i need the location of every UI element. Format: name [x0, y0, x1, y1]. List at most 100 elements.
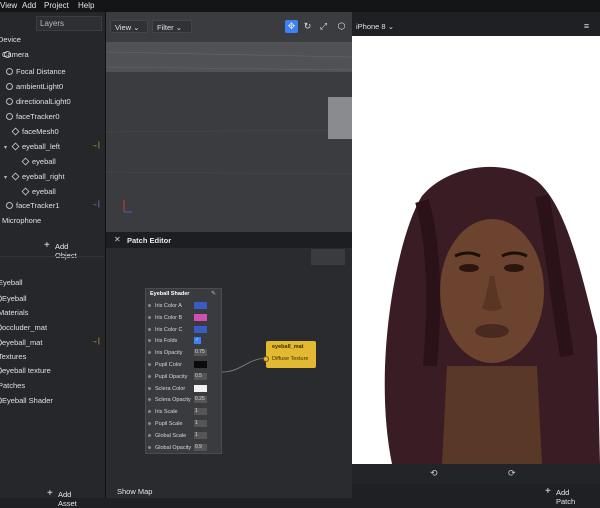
add-asset-button[interactable]: + Add Asset [47, 488, 77, 508]
flip-camera-icon[interactable]: ⟳ [508, 468, 516, 479]
asset-item-eyeball-texture[interactable]: eyeball texture [0, 364, 104, 378]
view-dropdown[interactable]: View ⌄ [110, 20, 148, 33]
scene-item-ambientlight0[interactable]: ambientLight0 [0, 80, 104, 94]
param-value[interactable]: 1 [194, 420, 207, 427]
show-map-button[interactable]: Show Map [117, 487, 152, 496]
param-value[interactable]: 1 [194, 408, 207, 416]
asset-section-patches[interactable]: Patches [0, 379, 104, 393]
menu-add[interactable]: Add [22, 1, 36, 10]
scene-item-microphone[interactable]: Microphone [0, 214, 104, 228]
input-port-dot[interactable] [148, 315, 151, 319]
shader-param-pupil-color[interactable]: Pupil Color [146, 359, 223, 371]
shader-param-iris-color-b[interactable]: Iris Color B [146, 312, 223, 324]
edit-icon[interactable]: ✎ [211, 290, 216, 297]
scale-tool-icon[interactable]: ⤢ [317, 20, 330, 33]
param-color-swatch[interactable] [194, 302, 207, 309]
scene-viewport[interactable] [106, 12, 352, 232]
shader-param-global-opacity[interactable]: Global Opacity 0.9 [146, 442, 223, 454]
cube-icon[interactable]: ⬡ [335, 20, 348, 33]
shader-param-global-scale[interactable]: Global Scale 1 [146, 430, 223, 442]
menu-help[interactable]: Help [78, 1, 94, 10]
scene-item-label: eyeball [32, 157, 56, 166]
add-patch-label: Add Patch [556, 488, 576, 506]
shader-param-sclera-color[interactable]: Sclera Color [146, 383, 223, 395]
input-port-dot[interactable] [148, 445, 151, 449]
menu-icon[interactable]: ≡ [580, 20, 593, 33]
scene-item-directionallight0[interactable]: directionalLight0 [0, 95, 104, 109]
scene-item-eyeball-left[interactable]: ▾ eyeball_left →| [0, 140, 104, 154]
input-port-dot[interactable] [148, 433, 151, 437]
device-selector[interactable]: iPhone 8 ⌄ [356, 22, 394, 31]
connect-icon[interactable]: →| [91, 201, 100, 208]
param-value[interactable]: 1 [194, 431, 207, 439]
connect-icon[interactable]: →| [91, 338, 100, 345]
add-patch-button[interactable]: + Add Patch [545, 486, 575, 506]
param-name: Iris Color B [155, 314, 183, 321]
input-port-dot[interactable] [148, 422, 151, 425]
eyeball-shader-node[interactable]: Eyeball Shader ✎ Iris Color A Iris Color … [145, 288, 222, 454]
chevron-down-icon: ⌄ [175, 23, 183, 32]
shader-param-iris-color-c[interactable]: Iris Color C [146, 324, 223, 336]
param-value[interactable]: 0.5 [194, 372, 207, 380]
scene-item-facetracker0[interactable]: faceTracker0 [0, 110, 104, 124]
asset-item-eyeball-mat[interactable]: eyeball_mat →| [0, 336, 104, 350]
param-checkbox[interactable]: ✓ [194, 337, 201, 345]
asset-section-textures[interactable]: Textures [0, 350, 104, 364]
tracker-icon [6, 113, 13, 120]
param-color-swatch[interactable] [194, 325, 207, 333]
rotate-tool-icon[interactable]: ↻ [301, 20, 314, 33]
scene-item-focal-distance[interactable]: Focal Distance [0, 65, 104, 79]
scene-item-eyeball-right[interactable]: ▾ eyeball_right [0, 170, 104, 184]
scene-item-camera[interactable]: Camera [0, 48, 104, 62]
eyeball-mat-node[interactable]: eyeball_mat Diffuse Texture [263, 341, 316, 368]
scene-item-label: faceTracker0 [16, 112, 60, 121]
param-color-swatch[interactable] [194, 313, 207, 321]
shader-param-iris-folds[interactable]: Iris Folds ✓ [146, 335, 223, 347]
move-tool-icon[interactable]: ✥ [285, 20, 298, 33]
layers-tab[interactable]: Layers [36, 16, 102, 31]
asset-section-materials[interactable]: Materials [0, 306, 104, 320]
shader-param-iris-scale[interactable]: Iris Scale 1 [146, 406, 223, 418]
shader-node-title: Eyeball Shader [150, 291, 190, 297]
scene-item-facetracker1[interactable]: faceTracker1 →| [0, 199, 104, 213]
filter-dropdown[interactable]: Filter ⌄ [152, 20, 192, 33]
menu-project[interactable]: Project [44, 1, 69, 10]
shader-param-pupil-scale[interactable]: Pupil Scale 1 [146, 418, 223, 430]
scene-item-eyeball[interactable]: eyeball [0, 185, 104, 199]
input-port-dot[interactable] [148, 398, 151, 402]
param-color-swatch[interactable] [194, 384, 207, 392]
input-port-dot[interactable] [148, 339, 151, 343]
add-object-button[interactable]: + Add Object [44, 240, 77, 260]
asset-item-occluder-mat[interactable]: occluder_mat [0, 321, 104, 335]
asset-section-eyeball[interactable]: Eyeball [0, 276, 104, 290]
param-name: Pupil Scale [155, 421, 183, 427]
diffuse-port-dot[interactable] [263, 356, 269, 362]
close-icon[interactable]: ✕ [114, 235, 121, 244]
param-color-swatch[interactable] [194, 361, 207, 368]
input-port-dot[interactable] [148, 374, 151, 378]
asset-item-eyeball[interactable]: Eyeball [0, 292, 104, 306]
input-port-dot[interactable] [148, 410, 151, 414]
input-port-dot[interactable] [148, 386, 151, 390]
scene-item-facemesh0[interactable]: faceMesh0 [0, 125, 104, 139]
param-value[interactable]: 0.25 [194, 396, 207, 404]
shader-param-iris-opacity[interactable]: Iris Opacity 0.75 [146, 347, 223, 359]
asset-item-eyeball-shader[interactable]: Eyeball Shader [0, 394, 104, 408]
menu-view[interactable]: View [0, 1, 17, 10]
scene-item-label: Device [0, 35, 21, 44]
shader-param-iris-color-a[interactable]: Iris Color A [146, 300, 223, 312]
input-port-dot[interactable] [148, 351, 151, 355]
scene-item-device[interactable]: Device [0, 33, 104, 47]
connect-icon[interactable]: →| [91, 142, 100, 149]
shader-param-sclera-opacity[interactable]: Sclera Opacity 0.25 [146, 394, 223, 406]
param-value[interactable]: 0.9 [194, 443, 207, 451]
param-value[interactable]: 0.75 [194, 349, 207, 357]
device-preview [352, 36, 600, 464]
scene-item-eyeball[interactable]: eyeball [0, 155, 104, 169]
shader-param-pupil-opacity[interactable]: Pupil Opacity 0.5 [146, 371, 223, 383]
input-port-dot[interactable] [148, 327, 151, 331]
patch-editor-header: ✕ Patch Editor [106, 232, 352, 248]
input-port-dot[interactable] [148, 304, 151, 307]
input-port-dot[interactable] [148, 363, 151, 366]
rotate-device-icon[interactable]: ⟲ [430, 468, 438, 479]
